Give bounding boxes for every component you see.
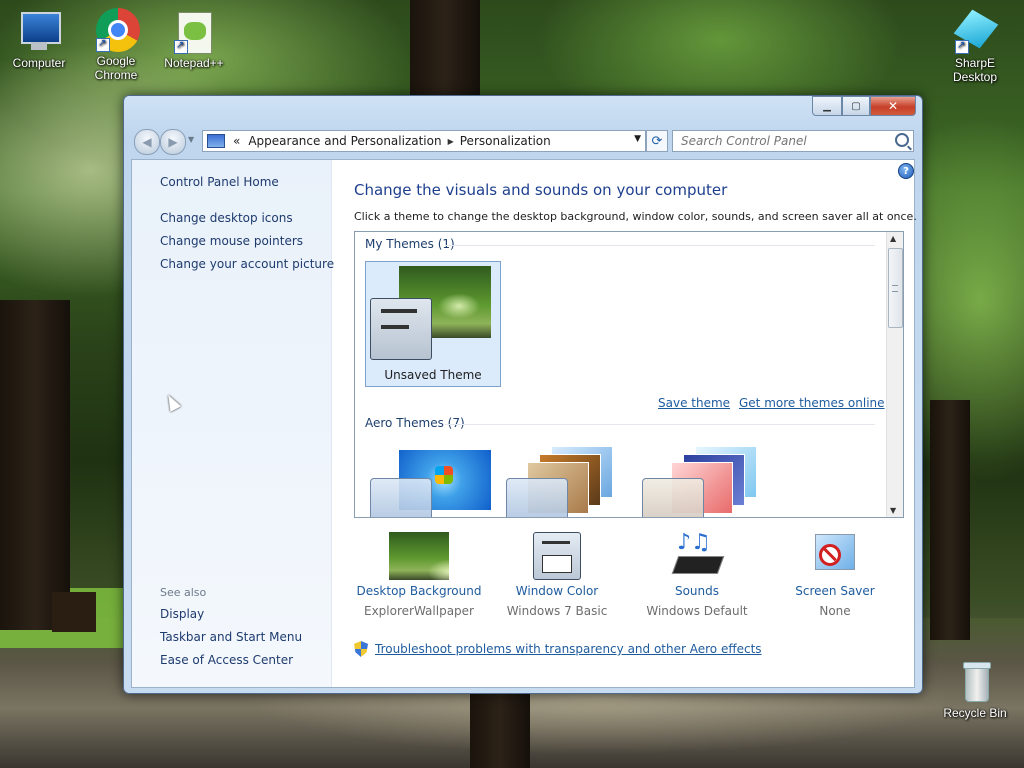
window-color-item[interactable]: Window Color Windows 7 Basic [492, 532, 622, 618]
sharpe-desktop-icon [953, 9, 999, 54]
caption-buttons: ▁ ▢ ✕ [812, 96, 916, 116]
desktop-icon-recycle-bin[interactable]: Recycle Bin [937, 660, 1013, 720]
shield-icon [354, 641, 368, 657]
my-themes-group-title: My Themes (1) [365, 237, 455, 251]
help-icon: ? [903, 165, 909, 177]
desktop-icon-notepad[interactable]: Notepad++ [156, 10, 232, 70]
item-value: ExplorerWallpaper [364, 604, 474, 618]
tree-trunk-top [410, 0, 480, 100]
display-link[interactable]: Display [160, 607, 204, 621]
aero-themes-group-title: Aero Themes (7) [365, 416, 465, 430]
window-preview-icon [370, 478, 432, 517]
control-panel-icon [207, 134, 225, 148]
group-divider [445, 245, 875, 246]
desktop-background-icon [389, 532, 449, 580]
get-more-themes-link[interactable]: Get more themes online [739, 396, 885, 410]
left-pane: Control Panel Home Change desktop icons … [132, 160, 334, 687]
notepad-plus-plus-icon [172, 10, 216, 54]
bench [52, 592, 96, 632]
page-title: Change the visuals and sounds on your co… [354, 181, 728, 199]
theme-settings: Desktop Background ExplorerWallpaper Win… [354, 532, 902, 622]
page-description: Click a theme to change the desktop back… [354, 210, 917, 223]
window-preview-icon [370, 298, 432, 360]
breadcrumb-separator-icon[interactable]: ▶ [446, 137, 456, 146]
tree-trunk-right [930, 400, 970, 640]
item-value: Windows Default [646, 604, 748, 618]
refresh-button[interactable]: ⟳ [646, 130, 668, 152]
ease-of-access-link[interactable]: Ease of Access Center [160, 653, 293, 667]
scroll-up-icon[interactable]: ▲ [890, 234, 896, 243]
tree-trunk-left [0, 300, 70, 630]
item-label: Sounds [674, 584, 720, 598]
maximize-button[interactable]: ▢ [842, 96, 870, 116]
taskbar-start-menu-link[interactable]: Taskbar and Start Menu [160, 630, 302, 644]
tree-trunk-bottom [470, 690, 530, 768]
computer-icon [17, 10, 61, 54]
windows-logo-icon [435, 466, 453, 484]
theme-name: Unsaved Theme [384, 368, 482, 382]
control-panel-home-link[interactable]: Control Panel Home [160, 175, 279, 189]
change-desktop-icons-link[interactable]: Change desktop icons [160, 211, 293, 225]
breadcrumb-personalization[interactable]: Personalization [456, 134, 555, 148]
forward-button[interactable]: ▶ [160, 129, 186, 155]
address-bar[interactable]: « Appearance and Personalization ▶ Perso… [202, 130, 646, 152]
scrollbar-thumb[interactable] [888, 248, 903, 328]
item-label: Screen Saver [795, 584, 875, 598]
recycle-bin-icon [953, 660, 997, 704]
desktop-icon-computer[interactable]: Computer [1, 10, 77, 70]
troubleshoot-aero-link[interactable]: Troubleshoot problems with transparency … [354, 641, 762, 657]
screen-saver-item[interactable]: Screen Saver None [770, 532, 900, 618]
themes-list: My Themes (1) Unsaved Theme Save theme G… [354, 231, 904, 518]
desktop-icon-chrome[interactable]: Google Chrome [78, 8, 154, 82]
screen-saver-icon [805, 532, 865, 580]
sounds-item[interactable]: ♪♫ Sounds Windows Default [632, 532, 762, 619]
item-value: None [819, 604, 851, 618]
search-box[interactable] [672, 130, 914, 152]
window-preview-icon [506, 478, 568, 517]
close-button[interactable]: ✕ [870, 96, 916, 116]
help-button[interactable]: ? [898, 163, 914, 179]
save-theme-link[interactable]: Save theme [658, 396, 730, 410]
search-icon[interactable] [895, 133, 909, 147]
back-arrow-icon: ◀ [142, 135, 152, 149]
item-value: Windows 7 Basic [506, 604, 608, 618]
window-preview-icon [642, 478, 704, 517]
window-color-icon [527, 532, 587, 580]
personalization-window: ▁ ▢ ✕ ◀ ▶ ▼ « Appearance and Personaliza… [123, 95, 923, 694]
client-area: Control Panel Home Change desktop icons … [131, 159, 917, 688]
recent-pages-dropdown[interactable]: ▼ [188, 135, 194, 144]
refresh-icon: ⟳ [651, 133, 663, 149]
item-label: Desktop Background [356, 584, 482, 598]
scroll-down-icon[interactable]: ▼ [890, 506, 896, 515]
troubleshoot-label: Troubleshoot problems with transparency … [375, 642, 762, 656]
minimize-button[interactable]: ▁ [812, 96, 842, 116]
theme-unsaved[interactable]: Unsaved Theme [365, 261, 501, 387]
breadcrumb-appearance[interactable]: Appearance and Personalization [244, 134, 445, 148]
group-divider [445, 424, 875, 425]
desktop-icon-sharpe[interactable]: SharpE Desktop [937, 9, 1013, 84]
breadcrumb-overflow[interactable]: « [229, 134, 244, 148]
change-account-picture-link[interactable]: Change your account picture [160, 257, 334, 271]
change-mouse-pointers-link[interactable]: Change mouse pointers [160, 234, 303, 248]
item-label: Window Color [515, 584, 599, 598]
themes-scrollbar[interactable]: ▲ ▼ [886, 232, 903, 517]
back-button[interactable]: ◀ [134, 129, 160, 155]
search-input[interactable] [679, 133, 893, 149]
forward-arrow-icon: ▶ [168, 135, 178, 149]
navigation-bar: ◀ ▶ ▼ « Appearance and Personalization ▶… [132, 129, 914, 155]
desktop-background-item[interactable]: Desktop Background ExplorerWallpaper [354, 532, 484, 618]
address-dropdown-icon[interactable]: ▼ [634, 134, 641, 144]
sounds-icon: ♪♫ [667, 532, 727, 580]
chrome-icon [94, 8, 140, 52]
see-also-label: See also [160, 586, 207, 599]
